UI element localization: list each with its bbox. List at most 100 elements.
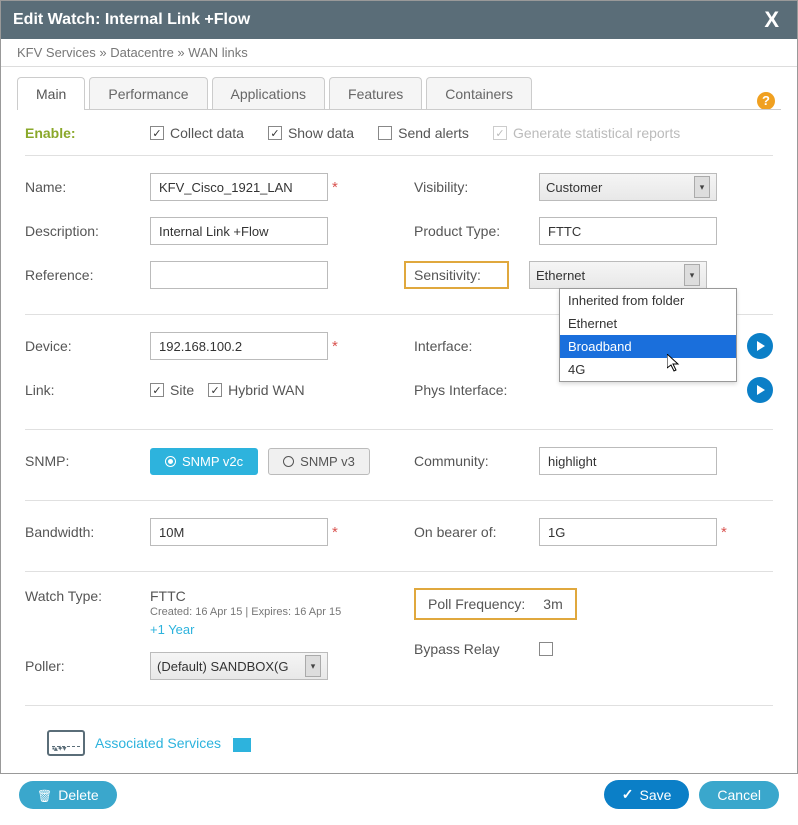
snmp-v3-radio[interactable]: SNMP v3 [268,448,370,475]
description-label: Description: [25,223,150,239]
poller-select[interactable]: (Default) SANDBOX(G ▾ [150,652,328,680]
send-alerts-checkbox[interactable]: Send alerts [378,125,469,141]
visibility-label: Visibility: [414,179,539,195]
window-title: Edit Watch: Internal Link +Flow [13,11,250,29]
bandwidth-label: Bandwidth: [25,524,150,540]
collect-data-checkbox[interactable]: Collect data [150,125,244,141]
watch-type-dates: Created: 16 Apr 15 | Expires: 16 Apr 15 [150,606,341,618]
tab-containers[interactable]: Containers [426,77,532,110]
required-icon: * [332,524,338,541]
chevron-down-icon: ▾ [694,176,710,198]
tab-performance[interactable]: Performance [89,77,207,110]
product-type-input[interactable] [539,217,717,245]
checkbox-icon [150,126,164,140]
watch-type-value: FTTC [150,588,341,604]
associated-services-icon [47,730,85,756]
interface-label: Interface: [414,338,539,354]
checkbox-icon [493,126,507,140]
community-label: Community: [414,453,539,469]
button-label: Delete [58,787,98,803]
radio-icon [165,456,176,467]
breadcrumb-item[interactable]: WAN links [188,45,247,60]
save-button[interactable]: Save [604,780,690,809]
checkbox-label: Collect data [170,125,244,141]
chevron-down-icon: ▾ [305,655,321,677]
bearer-label: On bearer of: [414,524,539,540]
dropdown-option-broadband[interactable]: Broadband [560,335,736,358]
checkbox-label: Show data [288,125,354,141]
product-type-label: Product Type: [414,223,539,239]
dropdown-option-4g[interactable]: 4G [560,358,736,381]
tab-features[interactable]: Features [329,77,422,110]
snmp-v2c-radio[interactable]: SNMP v2c [150,448,258,475]
interface-play-button[interactable] [747,333,773,359]
required-icon: * [332,179,338,196]
tab-applications[interactable]: Applications [212,77,326,110]
bypass-relay-label: Bypass Relay [414,641,539,657]
checkbox-icon [378,126,392,140]
button-label: Save [639,787,671,803]
stack-icon [231,736,249,750]
phys-interface-play-button[interactable] [747,377,773,403]
visibility-select[interactable]: Customer ▾ [539,173,717,201]
breadcrumb-item[interactable]: KFV Services [17,45,96,60]
chevron-down-icon: ▾ [684,264,700,286]
device-input[interactable] [150,332,328,360]
checkbox-label: Generate statistical reports [513,125,680,141]
reference-input[interactable] [150,261,328,289]
radio-label: SNMP v2c [182,454,243,469]
radio-label: SNMP v3 [300,454,355,469]
watch-type-label: Watch Type: [25,588,150,604]
delete-button[interactable]: Delete [19,781,117,809]
select-value: Ethernet [536,268,585,283]
link-label: Link: [25,382,150,398]
breadcrumb: KFV Services » Datacentre » WAN links [1,39,797,67]
close-icon[interactable]: X [758,7,785,33]
help-icon[interactable]: ? [757,92,775,110]
generate-reports-checkbox: Generate statistical reports [493,125,680,141]
bearer-input[interactable] [539,518,717,546]
button-label: Cancel [717,787,761,803]
bypass-relay-checkbox[interactable] [539,642,553,656]
required-icon: * [721,524,727,541]
poller-label: Poller: [25,658,150,674]
tab-bar: Main Performance Applications Features C… [1,67,797,110]
checkbox-label: Site [170,382,194,398]
breadcrumb-item[interactable]: Datacentre [110,45,174,60]
checkbox-icon [150,383,164,397]
radio-icon [283,456,294,467]
dropdown-option-inherited[interactable]: Inherited from folder [560,289,736,312]
poll-frequency-label: Poll Frequency: [428,596,525,612]
sensitivity-select[interactable]: Ethernet ▾ [529,261,707,289]
associated-services-link[interactable]: Associated Services [95,735,221,751]
show-data-checkbox[interactable]: Show data [268,125,354,141]
check-icon [622,786,634,803]
checkbox-label: Send alerts [398,125,469,141]
select-value: (Default) SANDBOX(G [157,659,288,674]
site-checkbox[interactable]: Site [150,382,194,398]
poll-frequency-box: Poll Frequency: 3m [414,588,577,620]
reference-label: Reference: [25,267,150,283]
tab-main[interactable]: Main [17,77,85,110]
hybrid-wan-checkbox[interactable]: Hybrid WAN [208,382,305,398]
device-label: Device: [25,338,150,354]
sensitivity-label: Sensitivity: [404,261,509,289]
name-input[interactable] [150,173,328,201]
cancel-button[interactable]: Cancel [699,781,779,809]
dropdown-option-ethernet[interactable]: Ethernet [560,312,736,335]
enable-label: Enable: [25,125,150,141]
checkbox-icon [268,126,282,140]
extend-year-link[interactable]: +1 Year [150,622,341,637]
bandwidth-input[interactable] [150,518,328,546]
select-value: Customer [546,180,602,195]
phys-interface-label: Phys Interface: [414,382,539,398]
community-input[interactable] [539,447,717,475]
checkbox-icon [208,383,222,397]
description-input[interactable] [150,217,328,245]
trash-icon [37,787,52,803]
sensitivity-dropdown: Inherited from folder Ethernet Broadband… [559,288,737,382]
snmp-label: SNMP: [25,453,150,469]
window-header: Edit Watch: Internal Link +Flow X [1,1,797,39]
required-icon: * [332,338,338,355]
name-label: Name: [25,179,150,195]
